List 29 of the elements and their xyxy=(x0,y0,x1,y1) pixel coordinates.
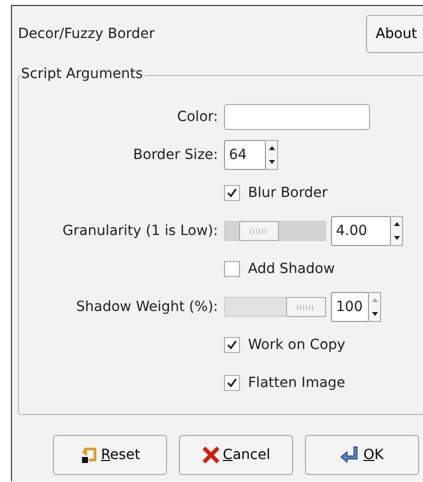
field-label: Border Size: xyxy=(132,147,219,163)
cancel-icon xyxy=(202,446,220,464)
reset-button[interactable]: Reset xyxy=(53,435,167,475)
spin-field[interactable]: 4.00 xyxy=(331,216,391,246)
checkbox-label: Flatten Image xyxy=(248,375,346,391)
return-arrow-icon xyxy=(340,446,360,464)
checkbox[interactable] xyxy=(224,375,240,391)
reset-icon xyxy=(80,446,98,464)
dialog-title: Decor/Fuzzy Border xyxy=(18,26,155,42)
checkbox-label: Add Shadow xyxy=(248,261,335,277)
slider-track[interactable] xyxy=(224,221,326,241)
checkbox[interactable] xyxy=(224,337,240,353)
checkbox[interactable] xyxy=(224,261,240,277)
checkbox[interactable] xyxy=(224,185,240,201)
checkbox-label: Blur Border xyxy=(248,185,328,201)
field-label: Shadow Weight (%): xyxy=(75,299,219,315)
frame-title: Script Arguments xyxy=(21,66,145,82)
spin-field[interactable]: 64 xyxy=(224,140,266,170)
slider-thumb[interactable] xyxy=(239,221,280,241)
about-button[interactable]: About xyxy=(366,15,423,53)
field-label: Granularity (1 is Low): xyxy=(62,223,219,239)
field-label: Color: xyxy=(176,109,219,125)
cancel-button[interactable]: Cancel xyxy=(179,435,293,475)
ok-button[interactable]: OK xyxy=(305,435,419,475)
spin-arrows[interactable] xyxy=(369,292,381,322)
color-field[interactable] xyxy=(224,104,370,130)
spin-arrows[interactable] xyxy=(391,216,403,246)
spin-arrows[interactable] xyxy=(266,140,278,170)
checkbox-label: Work on Copy xyxy=(248,337,346,353)
